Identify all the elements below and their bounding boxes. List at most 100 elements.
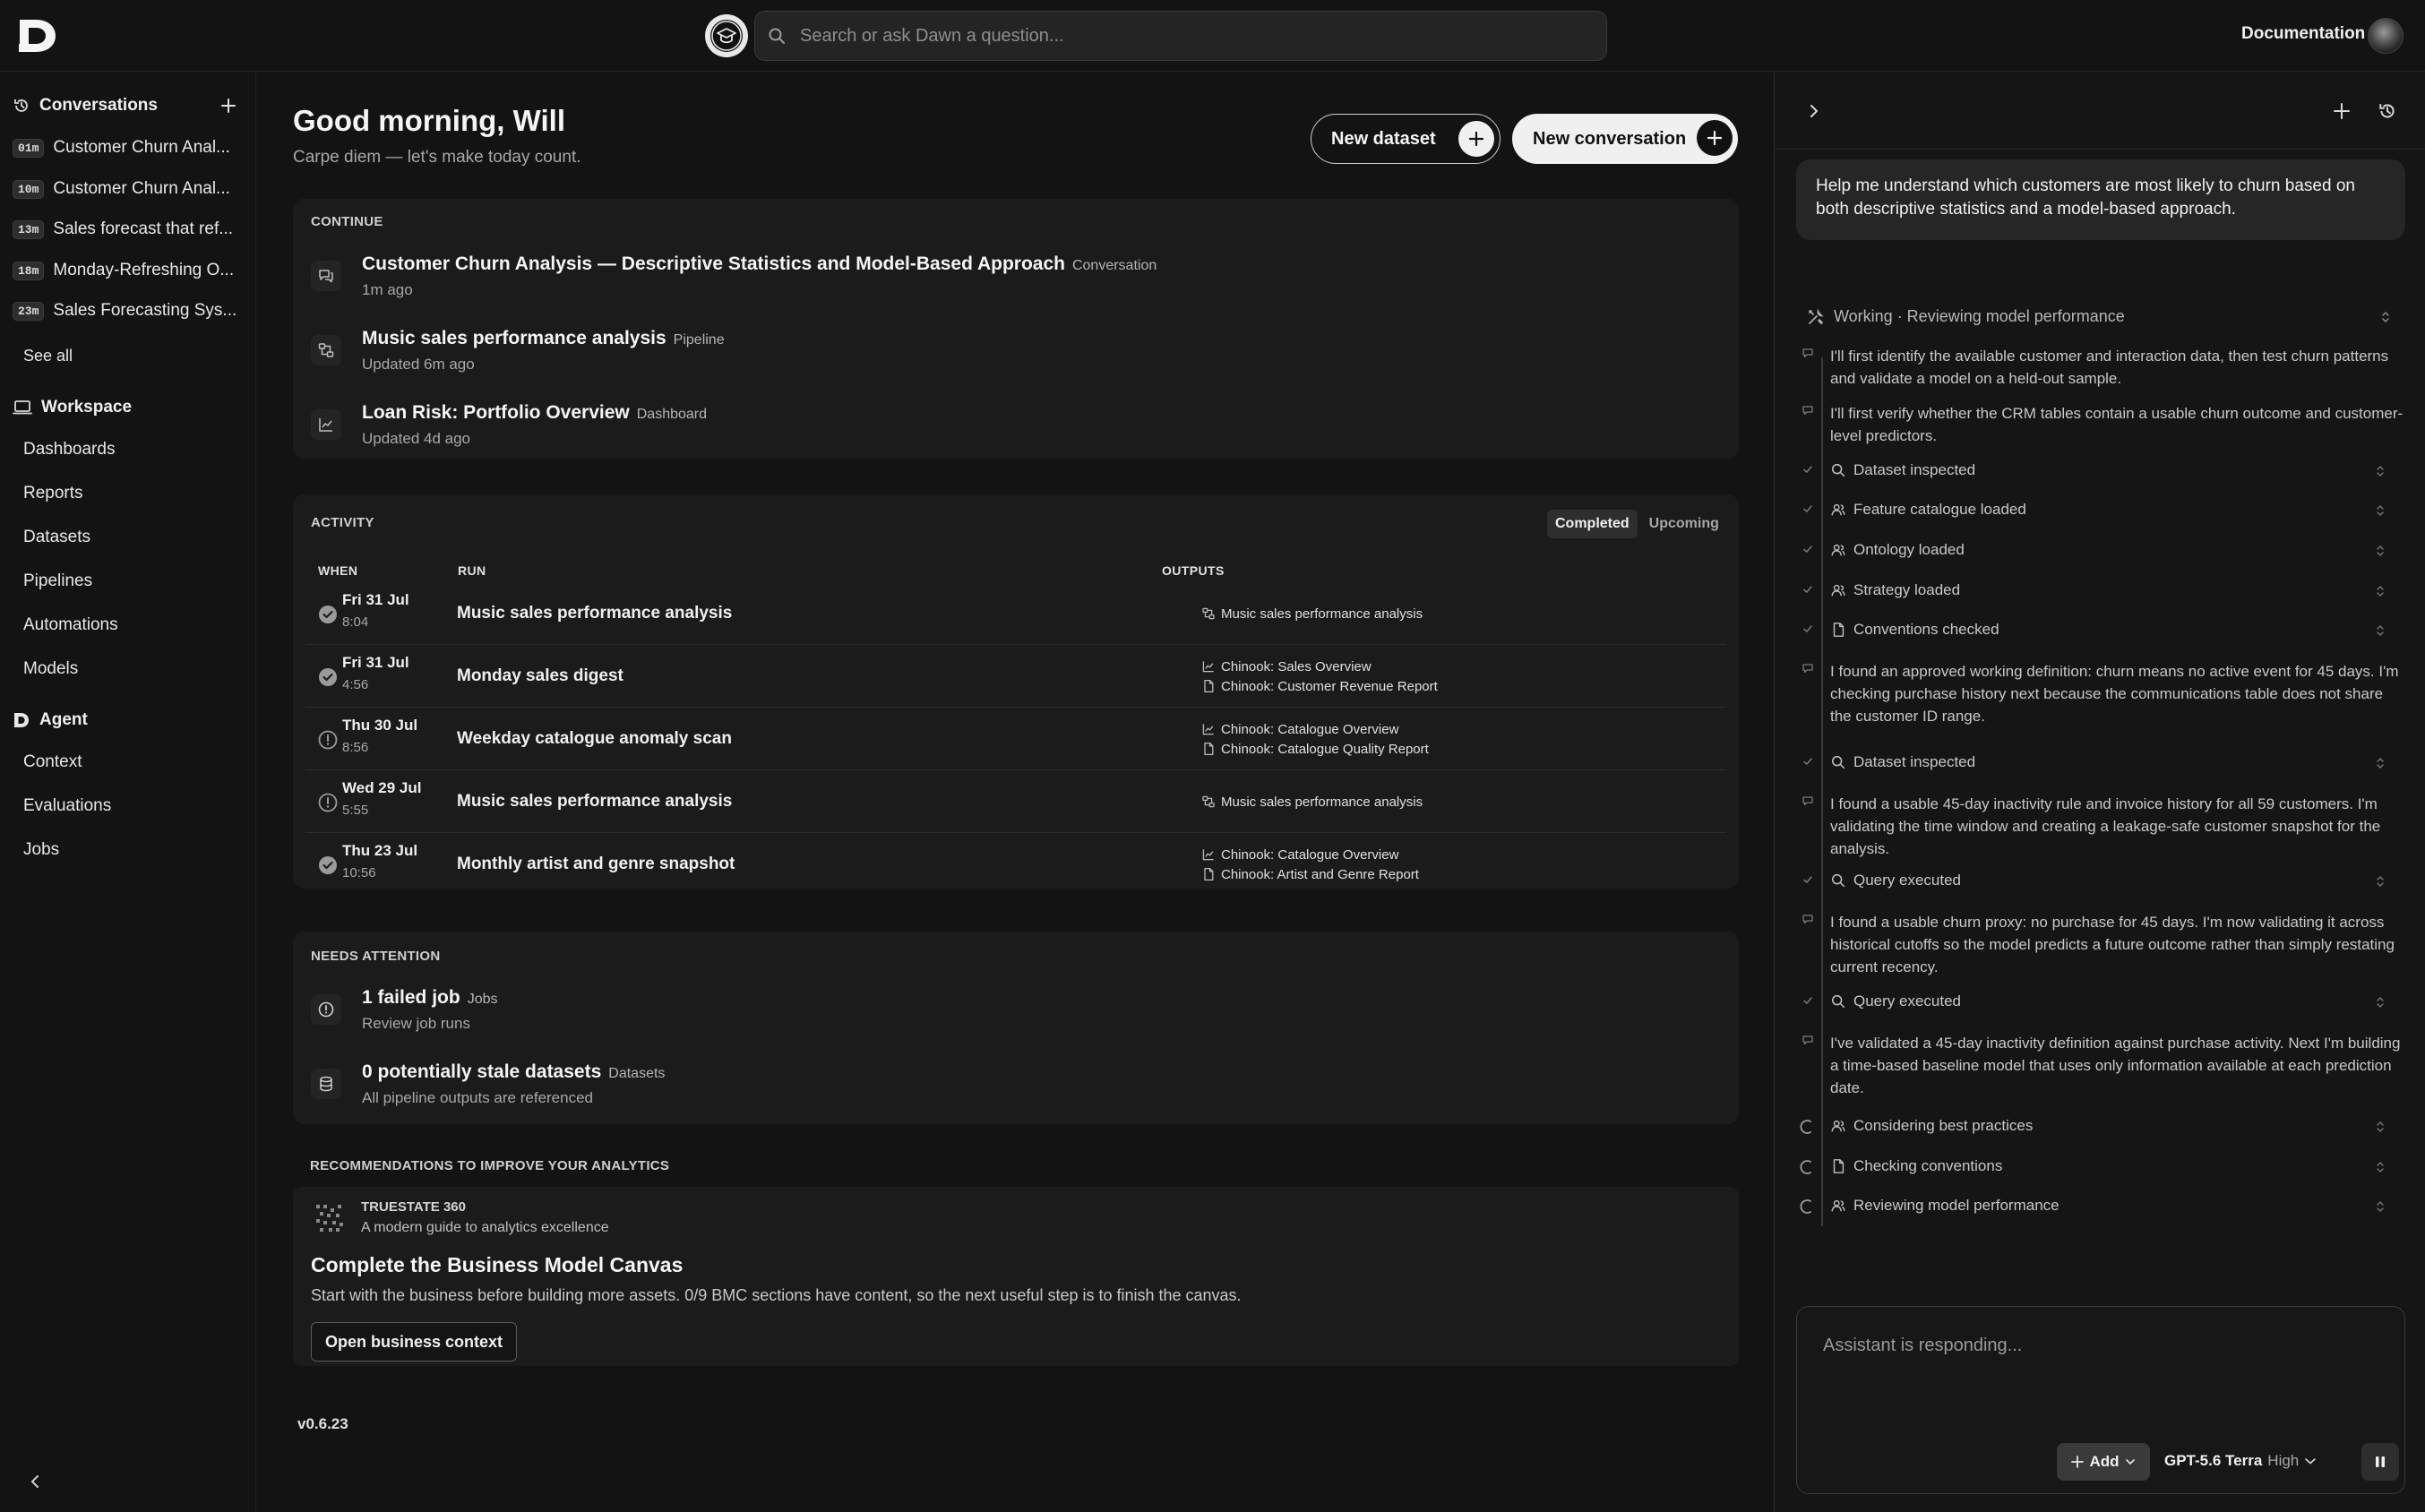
- table-row[interactable]: Wed 29 Jul 5:55 Music sales performance …: [305, 770, 1726, 833]
- output-link[interactable]: Music sales performance analysis: [1201, 795, 1423, 810]
- new-dataset-button[interactable]: New dataset: [1311, 114, 1501, 164]
- tools-icon: [1807, 307, 1825, 326]
- model-selector[interactable]: GPT-5.6 Terra High: [2164, 1452, 2317, 1470]
- search-input[interactable]: [800, 25, 1570, 47]
- chart-line-icon: [1201, 847, 1216, 862]
- expand-toggle-icon[interactable]: [2375, 544, 2386, 558]
- sidebar-item-jobs[interactable]: Jobs: [23, 840, 59, 860]
- continue-item[interactable]: Loan Risk: Portfolio Overview Dashboard U…: [311, 402, 1708, 456]
- collapse-sidebar-icon[interactable]: [27, 1473, 43, 1490]
- completed-check-icon: [318, 605, 338, 624]
- tab-completed[interactable]: Completed: [1547, 510, 1638, 538]
- spinner-icon: [1800, 1159, 1816, 1175]
- conversation-item[interactable]: 01m Customer Churn Anal...: [13, 133, 247, 162]
- new-conversation-button[interactable]: New conversation: [1512, 114, 1738, 164]
- table-row[interactable]: Thu 30 Jul 8:56 Weekday catalogue anomal…: [305, 708, 1726, 770]
- sidebar-item-dashboards[interactable]: Dashboards: [23, 440, 115, 460]
- chart-line-icon: [311, 409, 341, 440]
- run-day: Fri 31 Jul: [342, 591, 409, 608]
- see-all-link[interactable]: See all: [23, 347, 73, 365]
- conversation-item[interactable]: 10m Customer Churn Anal...: [13, 175, 247, 203]
- search-bar[interactable]: [754, 11, 1607, 61]
- conversation-age-badge: 23m: [13, 301, 45, 321]
- dawn-logo[interactable]: [16, 16, 59, 56]
- output-link[interactable]: Chinook: Customer Revenue Report: [1201, 679, 1438, 694]
- expand-toggle-icon[interactable]: [2375, 503, 2386, 518]
- output-link[interactable]: Chinook: Artist and Genre Report: [1201, 867, 1419, 882]
- sidebar-item-evaluations[interactable]: Evaluations: [23, 796, 111, 816]
- conversation-age-badge: 18m: [13, 261, 45, 280]
- sidebar-item-context[interactable]: Context: [23, 752, 82, 772]
- warning-icon: [318, 730, 338, 750]
- sidebar-item-reports[interactable]: Reports: [23, 484, 83, 503]
- history-icon[interactable]: [2377, 100, 2398, 122]
- open-business-context-button[interactable]: Open business context: [311, 1322, 518, 1362]
- expand-toggle-icon[interactable]: [2375, 874, 2386, 889]
- attention-item[interactable]: 1 failed job Jobs Review job runs: [311, 987, 1708, 1041]
- run-outputs: Music sales performance analysis: [1201, 770, 1423, 833]
- composer[interactable]: Assistant is responding... Add GPT-5.6 T…: [1796, 1306, 2405, 1494]
- conversation-item[interactable]: 23m Sales Forecasting Sys...: [13, 296, 247, 325]
- conversation-title: Sales forecast that ref...: [53, 219, 234, 238]
- new-chat-plus-icon[interactable]: [2331, 100, 2352, 122]
- output-link[interactable]: Chinook: Catalogue Quality Report: [1201, 742, 1429, 757]
- attention-item[interactable]: 0 potentially stale datasets Datasets All…: [311, 1061, 1708, 1115]
- chevron-right-icon[interactable]: [1807, 103, 1821, 119]
- new-conversation-plus-icon[interactable]: [219, 96, 238, 116]
- conversations-header[interactable]: Conversations: [13, 96, 158, 116]
- model-level: High: [2267, 1452, 2300, 1469]
- attention-item-title: 0 potentially stale datasets: [362, 1061, 602, 1082]
- continue-section: CONTINUE Customer Churn Analysis — Descr…: [293, 199, 1739, 459]
- add-button[interactable]: Add: [2057, 1443, 2150, 1481]
- recommendation-source-description: A modern guide to analytics excellence: [361, 1220, 609, 1235]
- output-link[interactable]: Music sales performance analysis: [1201, 606, 1423, 622]
- tool-step-label: Query executed: [1853, 872, 1962, 889]
- run-outputs: Chinook: Catalogue Overview Chinook: Cat…: [1201, 708, 1429, 770]
- expand-toggle-icon[interactable]: [2375, 1120, 2386, 1134]
- sidebar-item-models[interactable]: Models: [23, 659, 78, 679]
- table-row[interactable]: Fri 31 Jul 8:04 Music sales performance …: [305, 582, 1726, 645]
- run-day: Fri 31 Jul: [342, 654, 409, 671]
- output-link[interactable]: Chinook: Catalogue Overview: [1201, 722, 1429, 737]
- expand-toggle-icon[interactable]: [2375, 464, 2386, 478]
- attention-item-type: Jobs: [467, 992, 498, 1007]
- plus-icon: [2071, 1456, 2085, 1468]
- expand-toggle-icon[interactable]: [2375, 584, 2386, 598]
- conversation-item[interactable]: 18m Monday-Refreshing O...: [13, 256, 247, 285]
- continue-item-type: Dashboard: [636, 407, 708, 422]
- expand-toggle-icon[interactable]: [2375, 1160, 2386, 1174]
- expand-toggle-icon[interactable]: [2379, 310, 2392, 324]
- conversation-item[interactable]: 13m Sales forecast that ref...: [13, 215, 247, 244]
- needs-attention-section: NEEDS ATTENTION 1 failed job Jobs Review …: [293, 932, 1739, 1124]
- truestate-logo-icon: [314, 1203, 345, 1233]
- documentation-link[interactable]: Documentation: [2241, 24, 2365, 44]
- expand-toggle-icon[interactable]: [2375, 623, 2386, 638]
- expand-toggle-icon[interactable]: [2375, 756, 2386, 770]
- output-link[interactable]: Chinook: Catalogue Overview: [1201, 847, 1419, 863]
- continue-item[interactable]: Customer Churn Analysis — Descriptive St…: [311, 253, 1708, 307]
- output-link[interactable]: Chinook: Sales Overview: [1201, 659, 1438, 674]
- graduation-cap-icon[interactable]: [705, 14, 748, 57]
- sidebar-item-pipelines[interactable]: Pipelines: [23, 571, 92, 591]
- avatar[interactable]: [2368, 18, 2404, 54]
- user-message: Help me understand which customers are m…: [1796, 159, 2405, 240]
- expand-toggle-icon[interactable]: [2375, 1199, 2386, 1214]
- run-outputs: Chinook: Sales Overview Chinook: Custome…: [1201, 645, 1438, 708]
- tab-upcoming[interactable]: Upcoming: [1641, 510, 1727, 538]
- pause-button[interactable]: [2361, 1443, 2399, 1481]
- table-row[interactable]: Fri 31 Jul 4:56 Monday sales digest Chin…: [305, 645, 1726, 708]
- assistant-message-text: I've validated a 45-day inactivity defin…: [1830, 1035, 2401, 1096]
- people-icon: [1830, 1118, 1846, 1134]
- continue-item[interactable]: Music sales performance analysis Pipeline…: [311, 328, 1708, 382]
- search-icon: [1830, 462, 1846, 478]
- tool-step-label: Dataset inspected: [1853, 461, 1976, 478]
- run-outputs: Music sales performance analysis: [1201, 582, 1423, 645]
- document-icon: [1201, 742, 1216, 756]
- search-icon: [1830, 993, 1846, 1009]
- add-button-label: Add: [2089, 1453, 2120, 1470]
- table-row[interactable]: Thu 23 Jul 10:56 Monthly artist and genr…: [305, 833, 1726, 896]
- sidebar-item-datasets[interactable]: Datasets: [23, 528, 90, 547]
- sidebar-item-automations[interactable]: Automations: [23, 615, 118, 635]
- expand-toggle-icon[interactable]: [2375, 995, 2386, 1009]
- working-status[interactable]: Working · Reviewing model performance: [1807, 307, 2125, 326]
